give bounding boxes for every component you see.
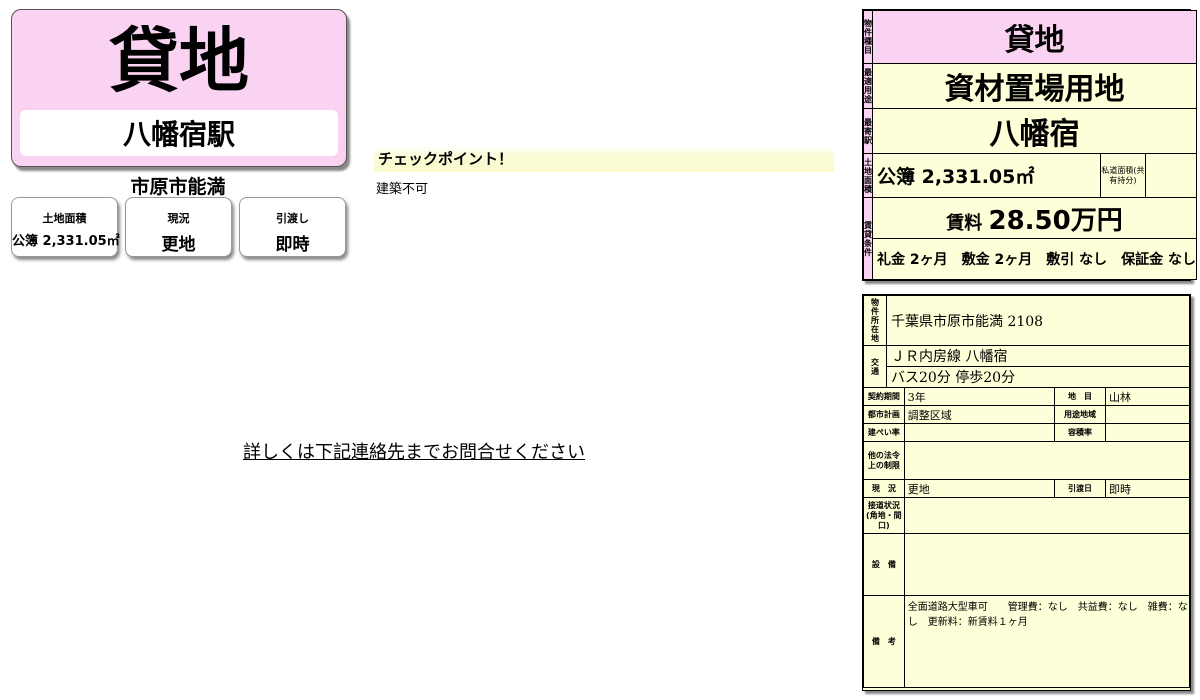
- far-value: [1105, 423, 1190, 442]
- type-label: 物件種目: [863, 10, 873, 64]
- contract-value: 3年: [903, 387, 1056, 406]
- detail-panel: 物件所在地 千葉県市原市能満 2108 交通 ＪＲ内房線 八幡宿 バス20分 停…: [862, 294, 1191, 691]
- title-card: 貸地 八幡宿駅: [11, 9, 347, 167]
- legal-value: [903, 441, 1191, 480]
- zone-label: 用途地域: [1054, 405, 1107, 424]
- location-label: 市原市能満: [130, 176, 226, 198]
- fees-value: 礼金 2ヶ月 敷金 2ヶ月 敷引 なし 保証金 なし: [872, 238, 1197, 280]
- info-box-handover: 引渡し 即時: [239, 197, 346, 257]
- city-plan-label: 都市計画: [863, 405, 905, 424]
- handover-value: 即時: [1105, 479, 1190, 498]
- private-road-label: 私道面積(共有持分): [1099, 153, 1146, 198]
- address-value: 千葉県市原市能満 2108: [886, 295, 1190, 346]
- transport-label: 交通: [863, 345, 887, 388]
- station-name: 八幡宿駅: [20, 110, 338, 156]
- checkpoint-header: チェックポイント！: [374, 146, 834, 172]
- info-box-status: 現況 更地: [125, 197, 232, 257]
- legal-label: 他の法令上の制限: [863, 441, 905, 480]
- remarks-value: 全面道路大型車可 管理費：なし 共益費：なし 雑費：なし 更新料：新賃料１ヶ月: [903, 595, 1191, 688]
- road-label-sub: (角地・間口): [866, 510, 902, 530]
- transport-bus: バス20分 停歩20分: [886, 366, 1190, 388]
- road-label-text: 接道状況: [867, 500, 900, 510]
- bcr-value: [903, 423, 1056, 442]
- rent-prefix: 賃料: [946, 212, 983, 234]
- private-road-value: [1144, 153, 1197, 198]
- far-label: 容積率: [1054, 423, 1107, 442]
- chimoku-label: 地 目: [1054, 387, 1107, 406]
- station-value: 八幡宿: [872, 108, 1197, 154]
- road-label: 接道状況 (角地・間口): [863, 497, 905, 534]
- contact-link[interactable]: 詳しくは下記連絡先までお問合せください: [243, 438, 585, 464]
- address-label: 物件所在地: [863, 295, 887, 346]
- type-value: 貸地: [872, 10, 1197, 64]
- contract-label: 契約期間: [863, 387, 905, 406]
- info-box-label: 引渡し: [276, 212, 309, 225]
- use-label: 最適用途: [863, 63, 873, 109]
- city-plan-value: 調整区域: [903, 405, 1056, 424]
- remarks-label: 備 考: [863, 595, 905, 688]
- area-label: 土地面積: [863, 153, 873, 198]
- checkpoint-text: 建築不可: [376, 182, 429, 197]
- info-box-label: 土地面積: [42, 212, 87, 225]
- rent-label: 賃貸条件: [863, 197, 873, 280]
- handover-label: 引渡日: [1054, 479, 1107, 498]
- status-value: 更地: [903, 479, 1056, 498]
- status-label: 現 況: [863, 479, 905, 498]
- info-box-value: 更地: [161, 235, 196, 255]
- transport-line: ＪＲ内房線 八幡宿: [886, 345, 1190, 367]
- area-value: 公簿 2,331.05㎡: [872, 153, 1101, 198]
- rent-value: 賃料 28.50万円: [872, 197, 1197, 239]
- info-box-area: 土地面積 公簿 2,331.05㎡: [11, 197, 120, 257]
- equip-value: [903, 533, 1191, 596]
- info-box-label: 現況: [167, 212, 190, 225]
- bcr-label: 建ぺい率: [863, 423, 905, 442]
- station-label: 最寄駅: [863, 108, 873, 154]
- equip-label: 設 備: [863, 533, 905, 596]
- property-type-title: 貸地: [109, 20, 249, 102]
- summary-panel: 物件種目 貸地 最適用途 資材置場用地 最寄駅 八幡宿 土地面積 公簿 2,33…: [862, 9, 1197, 281]
- zone-value: [1105, 405, 1190, 424]
- road-value: [903, 497, 1191, 534]
- chimoku-value: 山林: [1105, 387, 1190, 406]
- rent-amount: 28.50万円: [988, 205, 1123, 236]
- info-box-value: 公簿 2,331.05㎡: [12, 234, 120, 249]
- use-value: 資材置場用地: [872, 63, 1197, 109]
- info-box-value: 即時: [275, 235, 310, 255]
